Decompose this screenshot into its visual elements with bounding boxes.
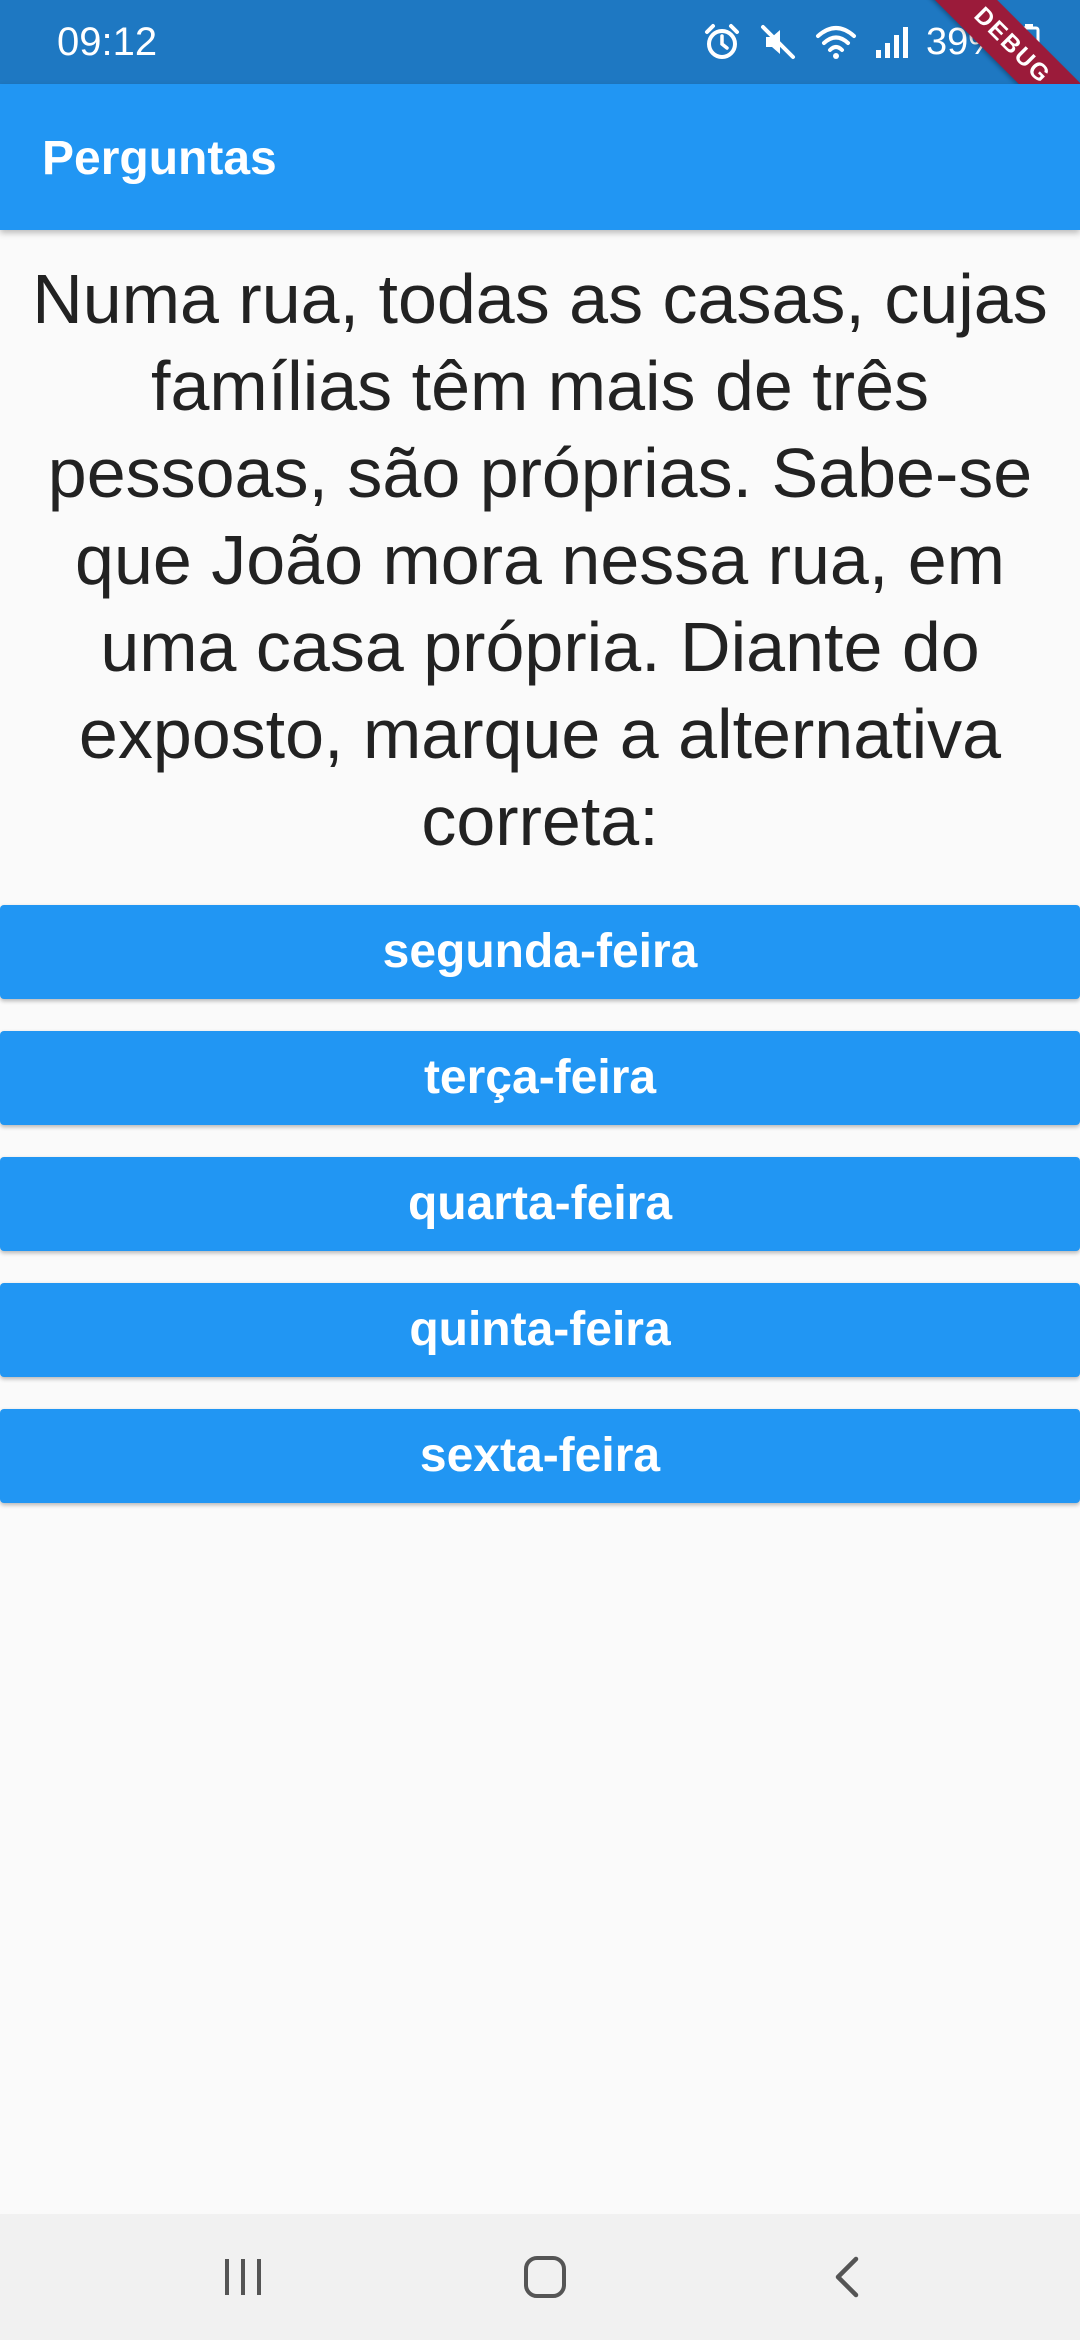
alarm-icon (702, 22, 742, 62)
status-bar: 09:12 39% DEBUG (0, 0, 1080, 154)
navigation-bar (0, 2214, 1080, 2340)
recent-apps-icon[interactable] (213, 2247, 273, 2307)
page-title: Perguntas (42, 132, 277, 185)
mute-icon (758, 22, 798, 62)
home-icon[interactable] (515, 2247, 575, 2307)
wifi-icon (814, 22, 858, 62)
answer-button-quarta-feira[interactable]: quarta-feira (0, 1157, 1080, 1251)
answer-button-quinta-feira[interactable]: quinta-feira (0, 1283, 1080, 1377)
signal-icon (874, 22, 910, 62)
answer-button-sexta-feira[interactable]: sexta-feira (0, 1409, 1080, 1503)
answer-button-terca-feira[interactable]: terça-feira (0, 1031, 1080, 1125)
answer-button-segunda-feira[interactable]: segunda-feira (0, 905, 1080, 999)
status-time: 09:12 (57, 20, 158, 64)
app-bar: Perguntas (0, 84, 1080, 230)
question-text: Numa rua, todas as casas, cujas famílias… (32, 260, 1048, 860)
back-icon[interactable] (818, 2247, 878, 2307)
